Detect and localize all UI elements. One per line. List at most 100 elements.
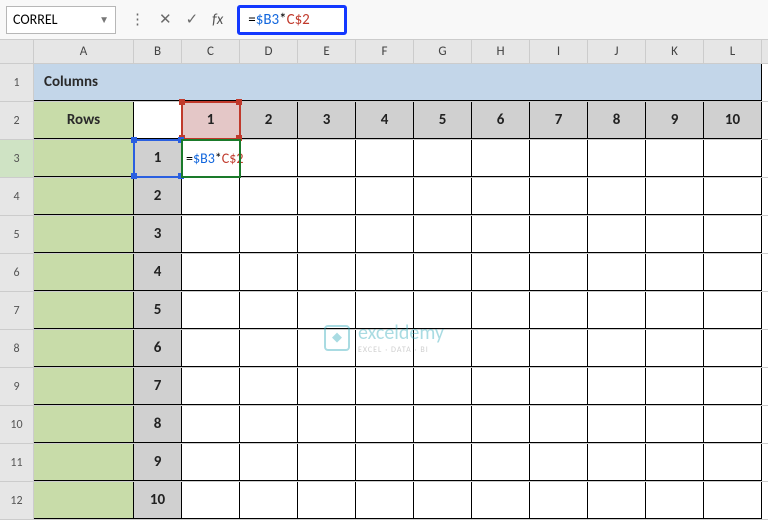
cell[interactable] — [182, 444, 240, 481]
cell[interactable] — [704, 444, 762, 481]
data-row-header[interactable]: 4 — [134, 254, 182, 291]
col-header[interactable]: F — [356, 40, 414, 63]
data-col-header[interactable]: 7 — [530, 102, 588, 139]
cell[interactable] — [530, 216, 588, 253]
select-all-triangle[interactable] — [0, 40, 34, 63]
row-header[interactable]: 4 — [0, 178, 34, 215]
data-col-header[interactable]: 3 — [298, 102, 356, 139]
col-header[interactable]: G — [414, 40, 472, 63]
cell[interactable] — [646, 330, 704, 367]
cell[interactable] — [588, 254, 646, 291]
cell[interactable] — [530, 482, 588, 519]
row-header[interactable]: 7 — [0, 292, 34, 329]
row-header[interactable]: 2 — [0, 102, 34, 139]
cell[interactable] — [588, 330, 646, 367]
cell[interactable] — [472, 64, 530, 101]
cell[interactable] — [356, 216, 414, 253]
cell[interactable] — [240, 368, 298, 405]
cell[interactable] — [646, 178, 704, 215]
col-header[interactable]: J — [588, 40, 646, 63]
cell[interactable] — [298, 178, 356, 215]
cell[interactable] — [298, 444, 356, 481]
cell[interactable] — [588, 406, 646, 443]
cell[interactable] — [704, 178, 762, 215]
cell[interactable] — [240, 254, 298, 291]
cell[interactable] — [34, 140, 134, 177]
cell[interactable] — [356, 178, 414, 215]
cell[interactable] — [240, 216, 298, 253]
cell[interactable] — [588, 178, 646, 215]
cell[interactable] — [298, 254, 356, 291]
cell[interactable] — [414, 292, 472, 329]
data-col-header[interactable]: 9 — [646, 102, 704, 139]
row-header[interactable]: 5 — [0, 216, 34, 253]
chevron-down-icon[interactable]: ▼ — [99, 13, 109, 26]
cell[interactable] — [588, 482, 646, 519]
cell[interactable] — [530, 330, 588, 367]
data-row-header[interactable]: 9 — [134, 444, 182, 481]
cell[interactable] — [588, 444, 646, 481]
cell[interactable] — [356, 292, 414, 329]
cell[interactable] — [472, 216, 530, 253]
cell[interactable] — [646, 444, 704, 481]
cell[interactable] — [298, 482, 356, 519]
cell[interactable] — [414, 444, 472, 481]
cell[interactable] — [34, 330, 134, 367]
cell[interactable] — [414, 368, 472, 405]
cell[interactable] — [472, 368, 530, 405]
row-header[interactable]: 3 — [0, 140, 34, 177]
cell[interactable] — [704, 330, 762, 367]
cell[interactable] — [646, 406, 704, 443]
cell[interactable] — [588, 140, 646, 177]
cell[interactable] — [240, 444, 298, 481]
cell[interactable] — [414, 64, 472, 101]
rows-title-cell[interactable]: Rows — [34, 102, 134, 139]
cell[interactable] — [182, 368, 240, 405]
cell[interactable] — [646, 368, 704, 405]
cell[interactable] — [182, 64, 240, 101]
cell[interactable] — [134, 64, 182, 101]
cell[interactable] — [530, 292, 588, 329]
cell[interactable] — [182, 216, 240, 253]
data-col-header[interactable]: 10 — [704, 102, 762, 139]
cell[interactable] — [356, 444, 414, 481]
cell[interactable] — [240, 64, 298, 101]
cell[interactable] — [414, 406, 472, 443]
cell[interactable] — [356, 64, 414, 101]
col-header[interactable]: D — [240, 40, 298, 63]
col-header[interactable]: L — [704, 40, 762, 63]
cell[interactable] — [472, 482, 530, 519]
cell[interactable] — [646, 216, 704, 253]
columns-title-cell[interactable]: Columns — [34, 64, 134, 101]
cell[interactable] — [414, 216, 472, 253]
cell[interactable] — [356, 368, 414, 405]
cell[interactable] — [356, 482, 414, 519]
cell[interactable] — [472, 178, 530, 215]
cell[interactable] — [704, 482, 762, 519]
col-header[interactable]: I — [530, 40, 588, 63]
cell[interactable] — [646, 140, 704, 177]
cell[interactable] — [240, 178, 298, 215]
cell[interactable] — [298, 140, 356, 177]
cell[interactable] — [704, 368, 762, 405]
row-header[interactable]: 11 — [0, 444, 34, 481]
cell[interactable] — [414, 178, 472, 215]
cell-b2[interactable] — [134, 102, 182, 139]
cell[interactable] — [356, 140, 414, 177]
cell-b3-ref[interactable]: 1 — [134, 140, 182, 177]
cell[interactable] — [240, 330, 298, 367]
cell[interactable] — [34, 254, 134, 291]
cell[interactable] — [298, 292, 356, 329]
data-row-header[interactable]: 5 — [134, 292, 182, 329]
cell[interactable] — [704, 254, 762, 291]
col-header[interactable]: K — [646, 40, 704, 63]
cell[interactable] — [34, 482, 134, 519]
data-row-header[interactable]: 6 — [134, 330, 182, 367]
cell[interactable] — [704, 216, 762, 253]
cell[interactable] — [530, 406, 588, 443]
cell[interactable] — [472, 140, 530, 177]
formula-input[interactable]: =$B3*C$2 — [237, 5, 347, 35]
row-header[interactable]: 12 — [0, 482, 34, 519]
col-header[interactable]: C — [182, 40, 240, 63]
cell[interactable] — [588, 64, 646, 101]
